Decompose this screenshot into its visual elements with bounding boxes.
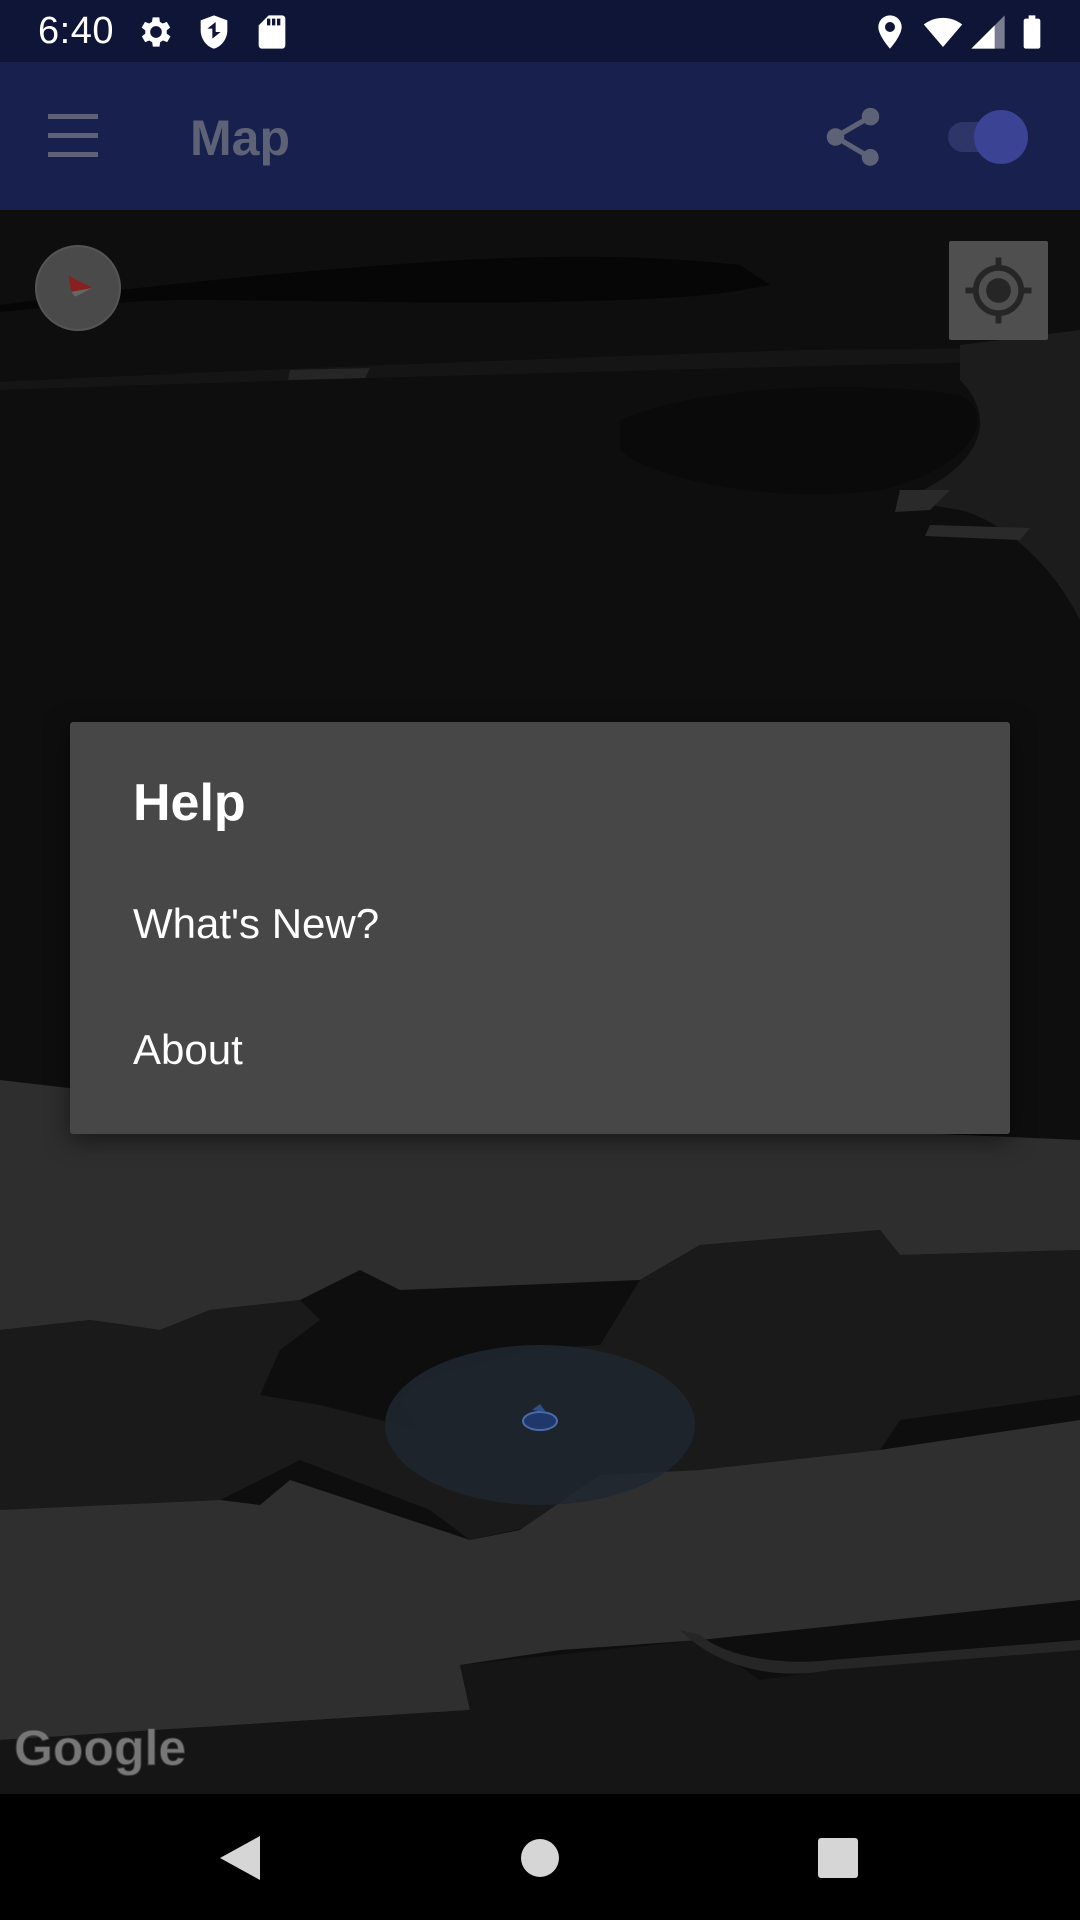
app-bar: Map [0, 62, 1080, 210]
cell-signal-icon [971, 15, 1005, 49]
map-mode-toggle[interactable] [944, 108, 1030, 164]
toggle-thumb [974, 110, 1028, 164]
home-icon[interactable] [500, 1818, 580, 1898]
my-location-icon [965, 257, 1032, 324]
location-pin-icon [878, 15, 902, 49]
dialog-title: Help [133, 774, 246, 832]
battery-icon [1023, 15, 1041, 49]
status-bar: 6:40 [0, 0, 1080, 62]
page-title: Map [190, 110, 290, 166]
dialog-item-label: What's New? [133, 900, 380, 947]
gear-icon [141, 17, 171, 47]
map-attribution: Google [13, 1720, 187, 1777]
compass-icon [68, 275, 93, 297]
dialog-item-about[interactable]: About [70, 988, 1010, 1114]
compass-button[interactable] [35, 245, 121, 331]
recents-icon[interactable] [798, 1818, 878, 1898]
status-time: 6:40 [38, 10, 114, 52]
share-icon[interactable] [818, 102, 888, 172]
sd-card-icon [258, 15, 286, 49]
dialog-item-whats-new[interactable]: What's New? [70, 862, 1010, 988]
hamburger-menu-icon[interactable] [38, 108, 108, 164]
shield-icon [200, 15, 228, 49]
navigation-bar [0, 1794, 1080, 1920]
my-location-button[interactable] [949, 241, 1048, 340]
wifi-icon [923, 17, 963, 47]
back-icon[interactable] [200, 1818, 280, 1898]
dialog-item-label: About [133, 1026, 243, 1073]
